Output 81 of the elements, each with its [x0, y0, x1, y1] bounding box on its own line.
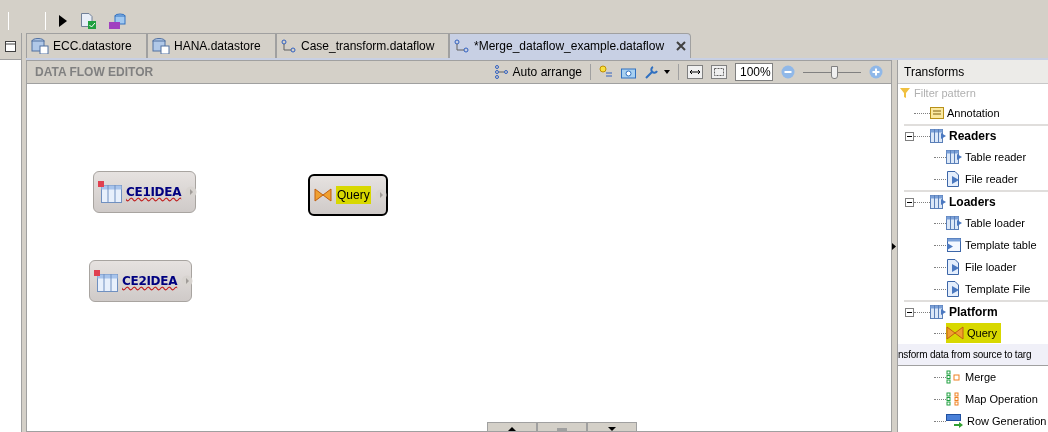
restore-down-button[interactable]: [587, 422, 637, 431]
window-icon: [5, 40, 16, 52]
camera-icon[interactable]: [621, 65, 636, 79]
tree-item[interactable]: Readers: [930, 126, 1001, 146]
play-icon: [58, 14, 68, 27]
note-icon: [930, 107, 944, 119]
query-node[interactable]: Query: [308, 174, 388, 216]
database-icon: [31, 38, 49, 54]
minus-icon: [906, 133, 912, 139]
bowtie-icon: [946, 326, 964, 340]
fit-width-icon[interactable]: [687, 65, 703, 79]
table-icon: [930, 195, 946, 209]
tree-item[interactable]: Platform: [930, 302, 1002, 322]
run-button[interactable]: [58, 14, 68, 27]
node-label: CE1IDEA: [126, 184, 182, 201]
validate-button[interactable]: [80, 12, 96, 29]
table-icon: [94, 270, 118, 292]
tree-item[interactable]: Template File: [946, 279, 1035, 299]
editor-tab[interactable]: HANA.datastore: [147, 33, 276, 58]
node-label: Query: [336, 186, 371, 204]
tree-item[interactable]: Table loader: [946, 213, 1029, 233]
collapse-toggle[interactable]: [904, 307, 914, 317]
table-icon: [946, 216, 962, 230]
table-node[interactable]: CE2IDEA: [89, 260, 192, 302]
zoom-field[interactable]: 100%: [735, 63, 773, 81]
table-icon: [930, 305, 946, 319]
minus-icon: [906, 199, 912, 205]
map-icon: [946, 392, 962, 406]
export-button[interactable]: [108, 12, 126, 29]
up-arrow-icon: [508, 427, 516, 431]
tree-item[interactable]: Row Generation: [946, 411, 1048, 431]
tree-item[interactable]: Loaders: [930, 192, 1000, 212]
settings-button[interactable]: [644, 64, 670, 80]
nodes-icon: [494, 65, 509, 79]
tooltip: nsform data from source to targ: [898, 344, 1048, 366]
collapse-toggle[interactable]: [904, 131, 914, 141]
database-icon: [152, 38, 170, 54]
table-icon: [930, 129, 946, 143]
bowtie-icon: [314, 188, 332, 202]
down-arrow-icon: [608, 427, 616, 431]
tree-item[interactable]: File reader: [946, 169, 1022, 189]
table-icon: [946, 150, 962, 164]
tree-item[interactable]: Template table: [946, 235, 1041, 255]
zoom-slider-thumb[interactable]: [831, 65, 839, 79]
tree-item[interactable]: File loader: [946, 257, 1021, 277]
table-icon: [98, 181, 122, 203]
database-icon: [108, 12, 126, 29]
panel-title: Transforms: [898, 60, 1048, 84]
auto-arrange-button[interactable]: Auto arrange: [494, 63, 582, 81]
editor-title: DATA FLOW EDITOR: [35, 64, 154, 81]
editor-tab[interactable]: Case_transform.dataflow: [276, 33, 449, 58]
caret-icon: [664, 70, 670, 74]
merge-icon: [946, 370, 962, 384]
maximize-button[interactable]: [5, 40, 16, 52]
minus-icon: [906, 309, 912, 315]
document-icon: [946, 281, 962, 297]
tree-item[interactable]: Annotation: [930, 103, 1004, 123]
close-button[interactable]: [676, 41, 687, 51]
tree-item[interactable]: Map Operation: [946, 389, 1042, 409]
template-icon: [946, 238, 962, 252]
filter-icon: [900, 88, 910, 98]
flow-icon: [454, 39, 470, 53]
row-generator-icon: [946, 414, 964, 428]
fit-page-icon[interactable]: [711, 65, 727, 79]
restore-up-button[interactable]: [487, 422, 537, 431]
tree-item[interactable]: Merge: [946, 367, 1001, 387]
wrench-icon: [644, 64, 660, 80]
flow-icon: [281, 39, 297, 53]
tree-item[interactable]: Query: [946, 323, 1001, 343]
editor-tab[interactable]: *Merge_dataflow_example.dataflow: [449, 33, 692, 58]
table-node[interactable]: CE1IDEA: [93, 171, 196, 213]
document-icon: [946, 259, 962, 275]
filter-field[interactable]: Filter pattern: [914, 84, 1034, 102]
collapse-toggle[interactable]: [904, 197, 914, 207]
expand-arrow-icon[interactable]: [892, 242, 896, 250]
checked-document-icon: [80, 12, 96, 29]
editor-tab[interactable]: ECC.datastore: [26, 33, 147, 58]
tree-item[interactable]: Table reader: [946, 147, 1031, 167]
close-icon: [676, 41, 687, 51]
node-label: CE2IDEA: [122, 273, 178, 290]
document-icon: [946, 171, 962, 187]
